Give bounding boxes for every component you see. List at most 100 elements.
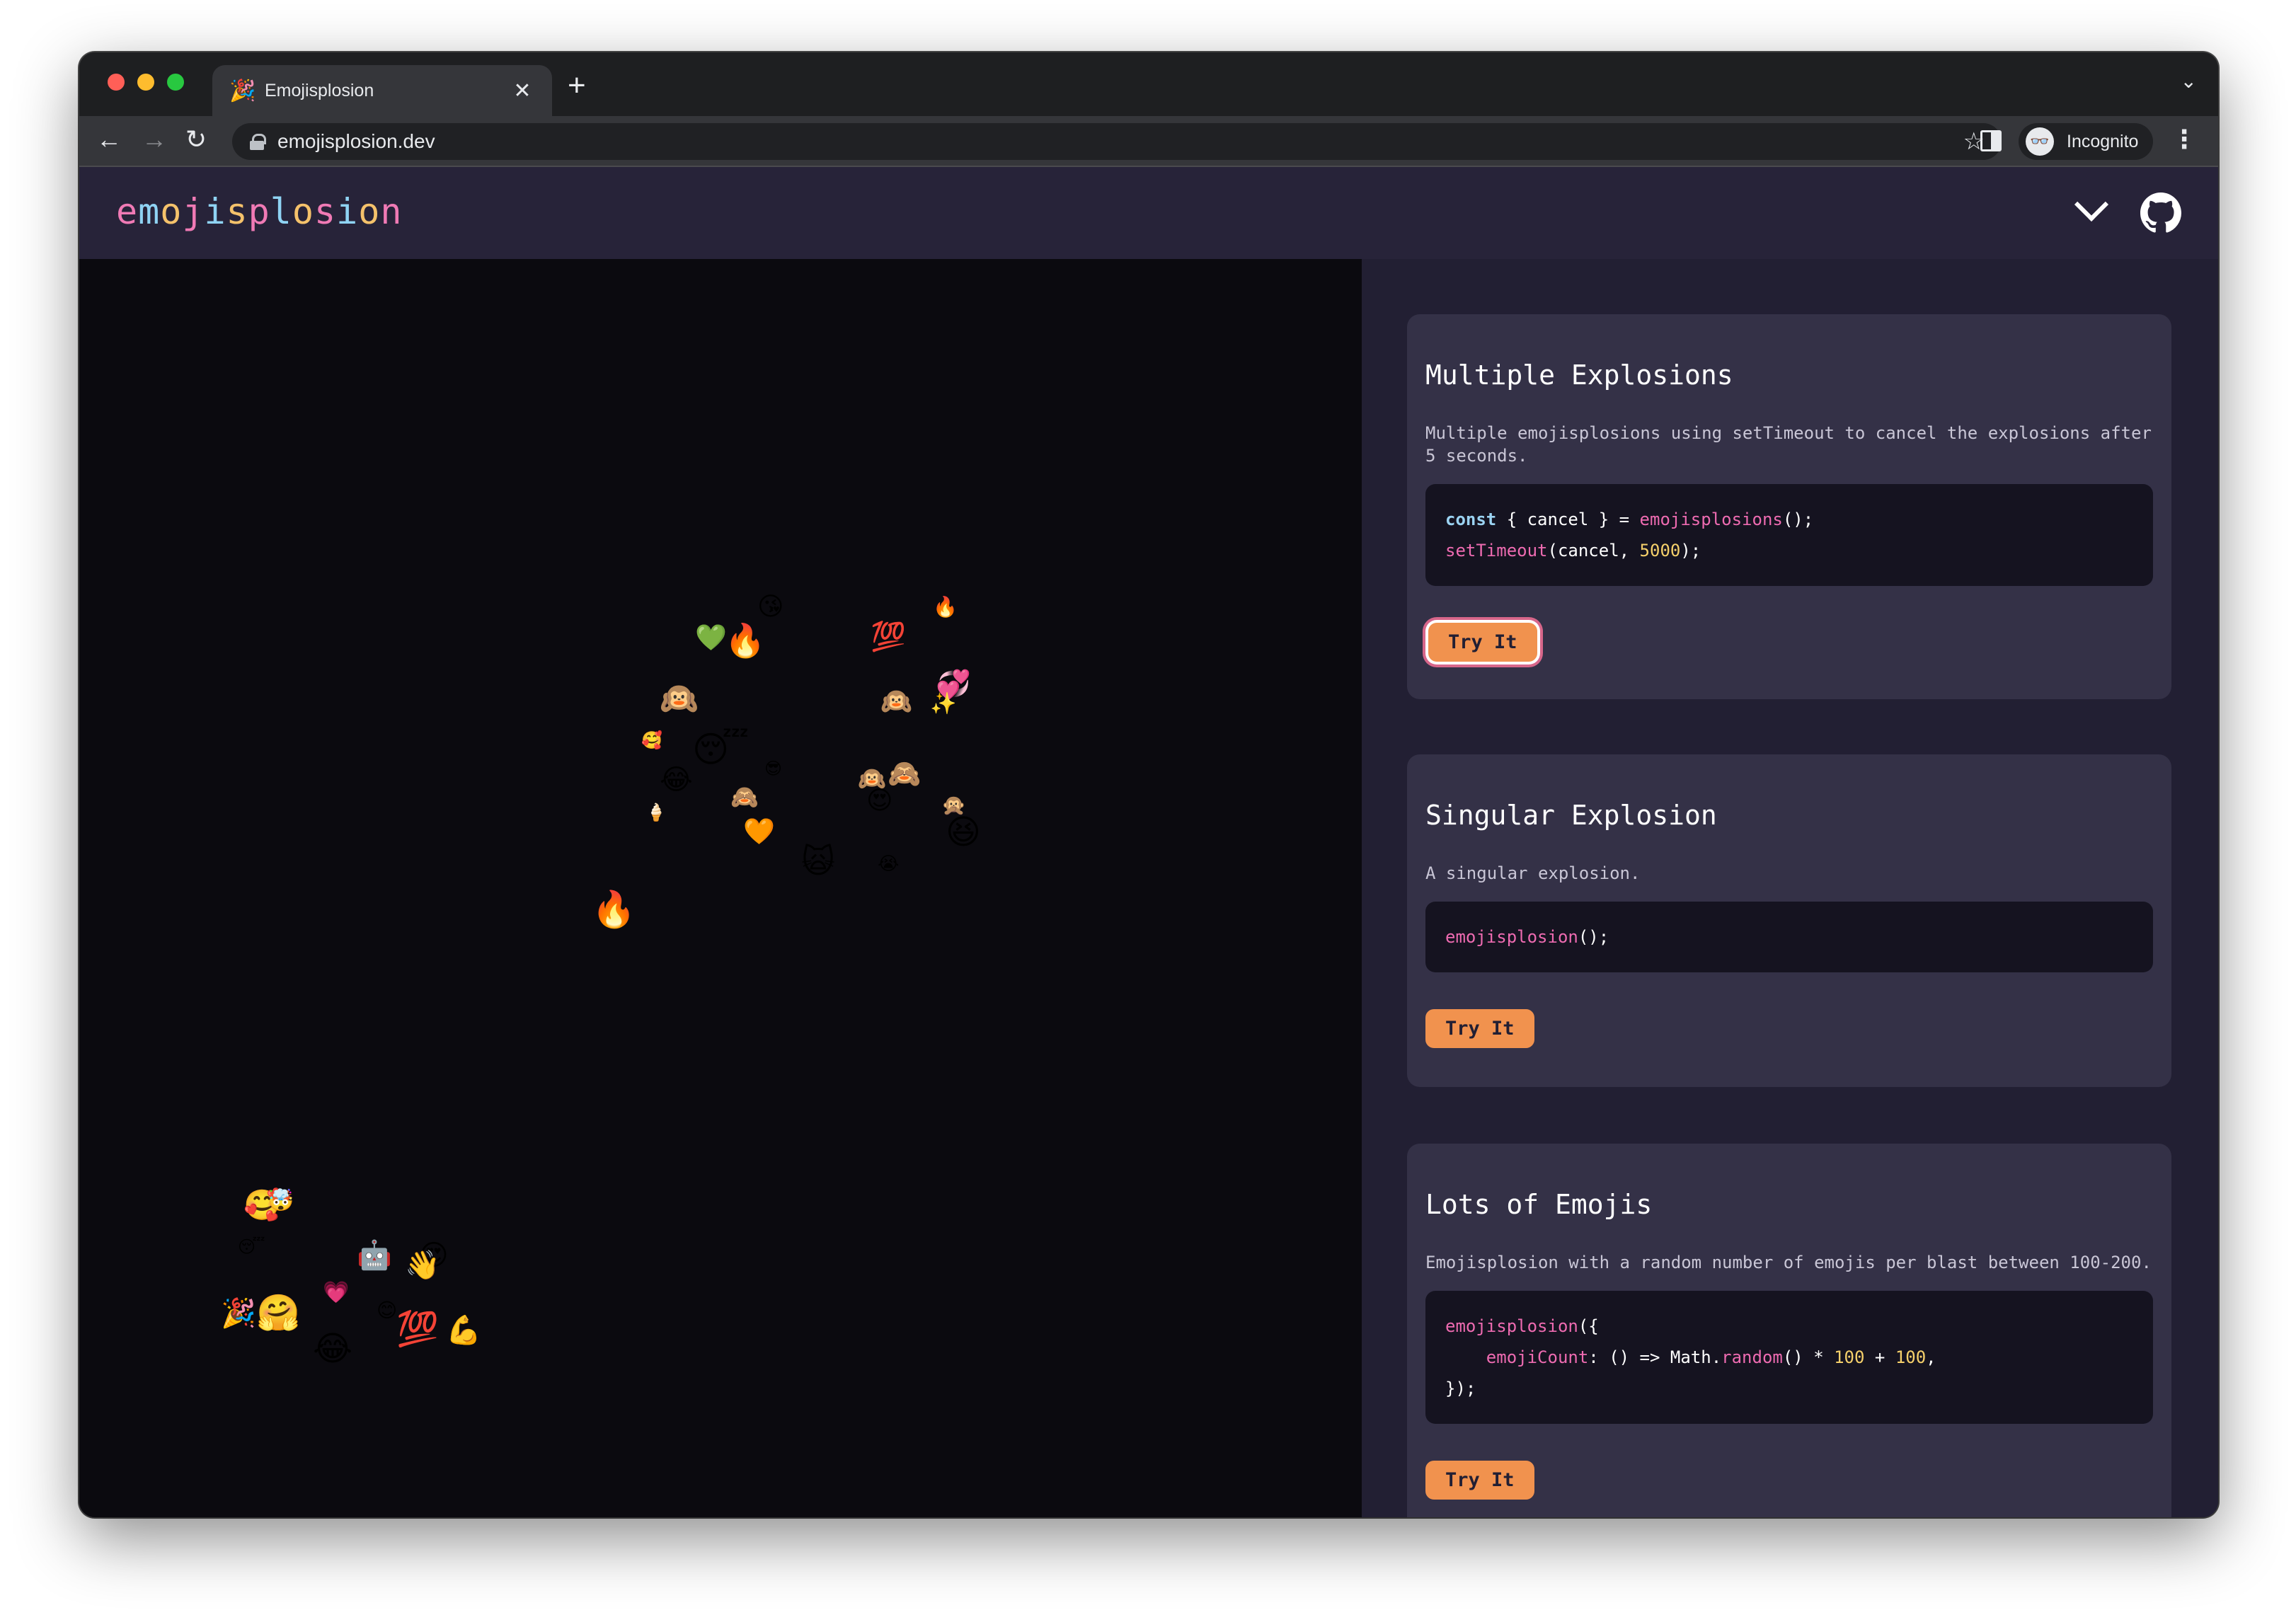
browser-toolbar: ← → ↻ emojisplosion.dev ☆ 👓 Incognito ⋮ xyxy=(79,116,2218,167)
flying-emoji: 👋 xyxy=(405,1249,440,1282)
flying-emoji: 💚 xyxy=(695,623,727,652)
examples-sidebar: Multiple Explosions Multiple emojisplosio… xyxy=(1362,259,2218,1517)
code-line: setTimeout(cancel, 5000); xyxy=(1445,535,2133,566)
try-it-button[interactable]: Try It xyxy=(1425,1461,1534,1500)
github-icon[interactable] xyxy=(2140,192,2181,234)
flying-emoji: 🙈 xyxy=(888,758,922,789)
code-line: emojisplosion({ xyxy=(1445,1311,2133,1342)
flying-emoji: 🤯 xyxy=(268,1188,294,1213)
browser-window: 🎉 Emojisplosion ✕ + ⌄ ← → ↻ emojisplosio… xyxy=(79,52,2218,1517)
code-token: 100 xyxy=(1834,1347,1865,1367)
logo-letter: s xyxy=(314,191,337,232)
flying-emoji: 😎 xyxy=(764,759,783,778)
emoji-explosion-canvas[interactable]: 💚 🔥 😘 💯 🔥 🙉 🥰 💞 😴 🙉 ✨ 😂 🙈 😎 🙈 🍦 😍 🙊 😆 🧡 🙀 😭 🔥 🙉 🥰 🤯 😴 😍 🤖 👋 💗 😊 🎉 🤗 😂 💯 💪 xyxy=(79,259,1362,1517)
party-popper-icon: 🎉 xyxy=(229,79,256,103)
reload-icon[interactable]: ↻ xyxy=(185,125,207,154)
card-title: Multiple Explosions xyxy=(1425,360,1733,391)
card-description: Multiple emojisplosions using setTimeout… xyxy=(1425,423,2152,466)
incognito-profile-button[interactable]: 👓 Incognito xyxy=(2019,123,2153,160)
code-token: emojisplosion xyxy=(1445,1316,1578,1336)
side-panel-icon[interactable] xyxy=(1980,130,2002,151)
code-token: (); xyxy=(1782,510,1814,529)
code-token: (); xyxy=(1578,927,1609,947)
forward-arrow-icon[interactable]: → xyxy=(142,125,167,154)
example-card: Singular Explosion A singular explosion. e… xyxy=(1407,754,2171,1087)
code-line: emojiCount: () => Math.random() * 100 + … xyxy=(1445,1342,2133,1373)
back-arrow-icon[interactable]: ← xyxy=(96,125,122,154)
page-content: emojisplosion 💚 🔥 😘 💯 🔥 🙉 🥰 💞 😴 🙉 ✨ 😂 🙈 😎 🙈 🍦 😍 🙊 😆 🧡 🙀 😭 🔥 🙉 🥰 🤯… xyxy=(79,167,2218,1517)
logo-letter: o xyxy=(160,191,183,232)
tab-search-chevron-icon[interactable]: ⌄ xyxy=(2181,69,2197,93)
close-tab-icon[interactable]: ✕ xyxy=(510,79,535,103)
logo-letter: o xyxy=(292,191,314,232)
code-token: + xyxy=(1864,1347,1895,1367)
code-token: emojiCount xyxy=(1486,1347,1589,1367)
flying-emoji: 🙉 xyxy=(880,687,912,716)
flying-emoji: 💯 xyxy=(396,1309,439,1349)
lock-icon[interactable] xyxy=(249,134,266,150)
code-token: { cancel } = xyxy=(1496,510,1640,529)
flying-emoji: 😆 xyxy=(946,812,982,852)
tab-bar: 🎉 Emojisplosion ✕ + ⌄ xyxy=(79,52,2218,116)
flying-emoji: 🔥 xyxy=(725,621,766,660)
try-it-button[interactable]: Try It xyxy=(1428,623,1537,662)
flying-emoji: 💗 xyxy=(323,1280,350,1305)
example-card: Multiple Explosions Multiple emojisplosio… xyxy=(1407,314,2171,699)
code-line: const { cancel } = emojisplosions(); xyxy=(1445,504,2133,535)
url-text[interactable]: emojisplosion.dev xyxy=(277,130,1963,153)
code-token: ); xyxy=(1680,541,1701,560)
flying-emoji: 😊 xyxy=(377,1299,398,1322)
flying-emoji: 🧡 xyxy=(743,817,775,846)
flying-emoji: 😘 xyxy=(757,592,784,621)
logo-letter: p xyxy=(248,191,270,232)
flying-emoji: 🙀 xyxy=(801,842,835,880)
code-token: 100 xyxy=(1895,1347,1927,1367)
card-title: Lots of Emojis xyxy=(1425,1189,1653,1220)
flying-emoji: 😴 xyxy=(238,1237,265,1257)
flying-emoji: 🙉 xyxy=(858,765,886,792)
incognito-label: Incognito xyxy=(2067,131,2139,151)
card-description: A singular explosion. xyxy=(1425,863,1641,883)
flying-emoji: 🤗 xyxy=(256,1292,301,1333)
flying-emoji: 😭 xyxy=(878,853,900,875)
code-token: setTimeout xyxy=(1445,541,1548,560)
code-line: emojisplosion(); xyxy=(1445,921,2133,953)
logo-letter: e xyxy=(116,191,139,232)
tab-title: Emojisplosion xyxy=(265,80,374,100)
browser-menu-icon[interactable]: ⋮ xyxy=(2171,125,2197,154)
incognito-icon: 👓 xyxy=(2026,127,2054,156)
code-token: random xyxy=(1721,1347,1783,1367)
try-it-button[interactable]: Try It xyxy=(1425,1009,1534,1048)
flying-emoji: 🍦 xyxy=(645,803,667,822)
logo-letter: i xyxy=(336,191,359,232)
flying-emoji: 🔥 xyxy=(592,889,636,930)
code-token: : () => Math. xyxy=(1588,1347,1722,1367)
flying-emoji: 🥰 xyxy=(641,730,662,750)
minimize-window-button[interactable] xyxy=(137,74,154,91)
flying-emoji: 😴 xyxy=(692,729,750,770)
maximize-window-button[interactable] xyxy=(167,74,184,91)
logo-letter: s xyxy=(226,191,248,232)
logo-letter: l xyxy=(270,191,292,232)
logo-letter: n xyxy=(380,191,403,232)
code-token: ({ xyxy=(1578,1316,1599,1336)
flying-emoji: 💯 xyxy=(871,621,906,653)
code-token: const xyxy=(1445,510,1497,529)
site-logo[interactable]: emojisplosion xyxy=(116,191,402,232)
chevron-down-icon[interactable] xyxy=(2074,187,2109,222)
code-line: }); xyxy=(1445,1373,2133,1404)
code-token: emojisplosion xyxy=(1445,927,1578,947)
flying-emoji: 🙉 xyxy=(660,681,699,717)
tab-emojisplosion[interactable]: 🎉 Emojisplosion ✕ xyxy=(212,65,552,116)
code-token: emojisplosions xyxy=(1639,510,1783,529)
code-token: }); xyxy=(1445,1379,1476,1398)
code-block: emojisplosion(); xyxy=(1425,902,2153,972)
flying-emoji: 🔥 xyxy=(933,595,958,619)
card-title: Singular Explosion xyxy=(1425,800,1717,831)
address-bar[interactable]: emojisplosion.dev ☆ xyxy=(232,123,2002,160)
new-tab-button[interactable]: + xyxy=(568,68,586,103)
close-window-button[interactable] xyxy=(108,74,125,91)
code-token: 5000 xyxy=(1639,541,1681,560)
code-block: const { cancel } = emojisplosions(); setT… xyxy=(1425,484,2153,586)
